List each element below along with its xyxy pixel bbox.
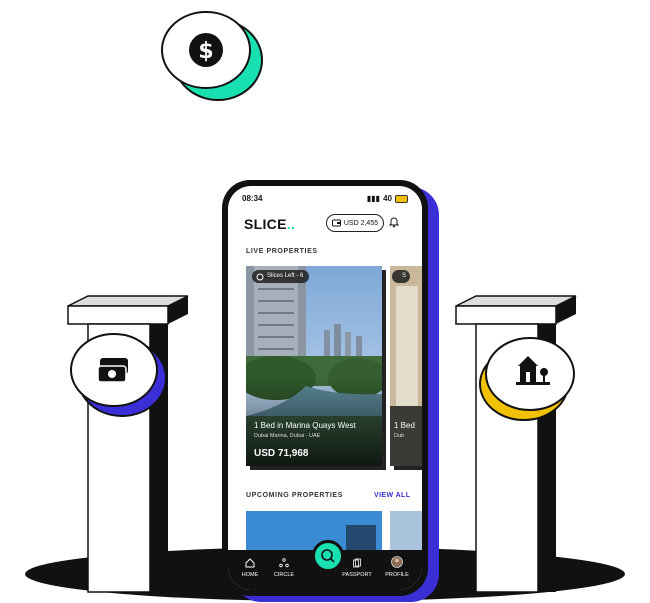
nav-passport[interactable]: PASSPORT [340,572,374,578]
property-title: 1 Bed [394,421,415,430]
property-location: Dubai Marina, Dubai - UAE [254,433,321,439]
battery-icon [395,194,408,203]
property-title: 1 Bed in Marina Quays West [254,421,356,430]
circle-icon[interactable] [279,558,289,568]
search-icon [321,549,335,563]
status-bar: 08:34 ▮▮▮ 40 [228,194,422,208]
property-price: USD 71,968 [254,448,309,459]
logo-dots: .. [286,216,296,232]
dollar-coin-icon: $ [161,11,263,101]
status-time: 08:34 [242,194,263,203]
slices-left-badge: S [392,270,411,283]
wallet-balance: USD 2,455 [343,219,379,227]
signal-icon: ▮▮▮ [366,194,381,203]
passport-icon[interactable] [352,558,362,568]
wallet-icon [331,219,341,227]
wallet-balance-button[interactable]: USD 2,455 [326,214,384,232]
nav-profile[interactable]: PROFILE [380,572,414,578]
property-card-1[interactable]: Slices Left - 6 1 Bed in Marina Quays We… [246,266,382,466]
house-icon [479,337,575,421]
home-icon[interactable] [245,558,255,568]
app-logo: SLICE.. [244,216,295,232]
live-properties-label: LIVE PROPERTIES [246,248,318,255]
nav-circle[interactable]: CIRCLE [267,572,301,578]
upcoming-properties-label: UPCOMING PROPERTIES [246,492,343,499]
view-all-link[interactable]: VIEW ALL [374,492,410,499]
bell-icon[interactable] [389,216,399,228]
nav-home[interactable]: HOME [233,572,267,578]
timer-icon [256,273,264,280]
search-button[interactable] [312,540,344,572]
signal-label: 40 [383,194,392,203]
money-stack-icon [70,333,167,417]
slices-left-text: S [402,273,407,279]
svg-text:$: $ [198,39,213,64]
avatar[interactable] [391,556,403,568]
status-right: ▮▮▮ 40 [367,194,408,203]
property-location: Dub [394,433,405,439]
slices-left-text: Slices Left - 6 [267,273,304,279]
phone-screen: 08:34 ▮▮▮ 40 SLICE.. USD 2,455 LIVE PROP… [228,186,422,590]
logo-text: SLICE [244,216,287,232]
property-card-2[interactable]: S 1 Bed Dub [390,266,422,466]
